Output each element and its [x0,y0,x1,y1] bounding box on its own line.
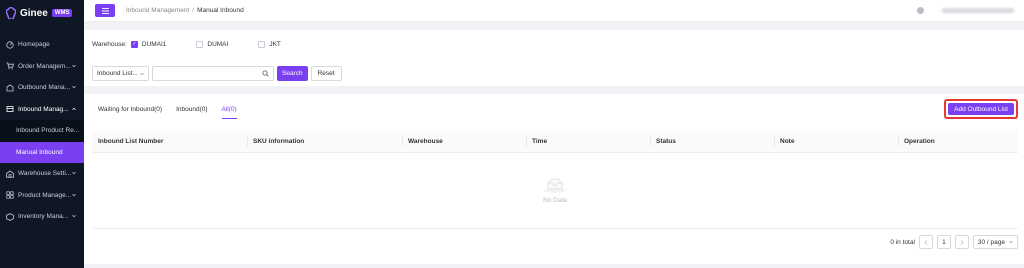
top-bar: Inbound Management / Manual Inbound [84,0,1024,22]
warehouse-option-dumai1[interactable]: ✓ DUMAI1 [130,41,167,48]
brand-badge: WMS [51,9,73,17]
table-header: Inbound List Number SKU information Ware… [92,131,1018,153]
search-icon[interactable] [262,70,269,77]
tab-waiting-for-inbound[interactable]: Waiting for Inbound(0) [98,106,162,119]
column-note: Note [774,131,898,152]
warehouse-option-jkt[interactable]: JKT [258,41,281,48]
sidebar-menu: Homepage Order Managem... Outbound Mana.… [0,34,84,228]
page-number-button[interactable]: 1 [936,235,951,249]
checkbox-icon[interactable] [258,41,266,48]
chevron-down-icon [72,64,76,67]
inventory-icon [6,212,14,221]
checkbox-checked-icon[interactable]: ✓ [130,41,138,48]
sidebar-item-product-management[interactable]: Product Manage... [0,185,84,207]
ginee-logo-icon [6,7,16,19]
sidebar-item-order-management[interactable]: Order Managem... [0,56,84,78]
prev-page-button[interactable] [918,235,933,249]
search-type-select[interactable]: Inbound List... [92,66,149,81]
column-warehouse: Warehouse [402,131,526,152]
chevron-down-icon [72,85,76,89]
page-size-select[interactable]: 30 / page [972,235,1018,249]
next-page-button[interactable] [954,235,969,249]
tab-all[interactable]: All(0) [221,106,237,119]
sidebar-item-inventory-management[interactable]: Inventory Mana... [0,206,84,228]
sidebar-item-label: Warehouse Setti... [18,170,72,178]
warehouse-label: Warehouse: [92,41,127,48]
sidebar-subitem-manual-inbound[interactable]: Manual Inbound [0,141,84,163]
status-tabs: Waiting for Inbound(0) Inbound(0) All(0) [98,106,237,119]
reset-button[interactable]: Reset [310,66,342,81]
cart-icon [6,62,14,70]
warehouse-option-label: DUMAI [207,41,229,48]
inbound-table: Inbound List Number SKU information Ware… [92,131,1018,229]
inbound-icon [6,106,14,113]
warehouse-option-dumai[interactable]: DUMAI [196,41,228,48]
chevron-down-icon [72,193,76,196]
sidebar-item-label: Inbound Manag... [18,105,69,113]
column-time: Time [526,131,650,152]
empty-box-icon [544,178,566,193]
chevron-left-icon [924,239,928,245]
dashboard-icon [6,41,14,49]
warehouse-option-label: JKT [269,41,281,48]
product-icon [6,191,14,199]
avatar[interactable] [917,7,924,14]
brand-name: Ginee [20,7,48,19]
sidebar-item-label: Product Manage... [18,191,72,199]
search-row: Inbound List... Search Reset [92,66,342,81]
add-outbound-list-button[interactable]: Add Outbound List [948,103,1014,115]
page-size-value: 30 / page [977,238,1005,246]
sidebar-item-warehouse-settings[interactable]: Warehouse Setti... [0,163,84,185]
chevron-down-icon [72,171,76,175]
column-sku-information: SKU information [247,131,402,152]
sidebar-item-label: Order Managem... [18,62,71,70]
breadcrumb: Inbound Management / Manual Inbound [126,7,244,14]
checkbox-icon[interactable] [196,41,204,48]
inbound-list-panel: Waiting for Inbound(0) Inbound(0) All(0)… [84,94,1024,264]
sidebar-item-homepage[interactable]: Homepage [0,34,84,56]
total-count: 0 in total [890,238,915,246]
warehouse-icon [6,170,14,178]
search-type-value: Inbound List... [97,70,138,77]
column-status: Status [650,131,774,152]
chevron-down-icon [1009,240,1013,244]
chevron-right-icon [960,239,964,245]
column-operation: Operation [898,131,1018,152]
warehouse-filter: Warehouse: ✓ DUMAI1 DUMAI JKT [92,41,281,48]
chevron-down-icon [72,214,76,218]
sidebar-item-outbound-management[interactable]: Outbound Mana... [0,77,84,99]
chevron-down-icon [140,72,144,76]
user-name-blurred[interactable] [942,8,1014,13]
brand[interactable]: Ginee WMS [0,0,84,26]
sidebar-item-label: Outbound Mana... [18,84,71,92]
sidebar-item-label: Inventory Mana... [18,213,69,221]
pagination: 0 in total 1 30 / page [890,235,1018,249]
menu-toggle-button[interactable] [95,4,115,17]
search-button[interactable]: Search [277,66,308,81]
sidebar-subitem-inbound-product-records[interactable]: Inbound Product Re... [0,120,84,142]
empty-state: No Data [92,153,1018,229]
breadcrumb-separator: / [192,7,195,14]
outbound-icon [6,84,14,92]
tab-inbound[interactable]: Inbound(0) [176,106,207,119]
breadcrumb-item-manual-inbound: Manual Inbound [197,7,244,14]
breadcrumb-item-inbound-management[interactable]: Inbound Management [126,7,189,14]
empty-text: No Data [543,197,567,204]
filter-panel: Warehouse: ✓ DUMAI1 DUMAI JKT Inbound Li… [84,30,1024,86]
sidebar-item-label: Homepage [18,41,50,49]
sidebar-item-inbound-management[interactable]: Inbound Manag... [0,99,84,121]
inbound-submenu: Inbound Product Re... Manual Inbound [0,120,84,163]
hamburger-icon [101,7,109,14]
column-inbound-list-number: Inbound List Number [98,138,164,145]
chevron-up-icon [72,107,76,110]
sidebar: Ginee WMS Homepage Order Managem... Outb… [0,0,84,268]
warehouse-option-label: DUMAI1 [141,41,167,48]
search-input[interactable] [152,66,274,81]
add-outbound-highlight: Add Outbound List [944,99,1018,119]
